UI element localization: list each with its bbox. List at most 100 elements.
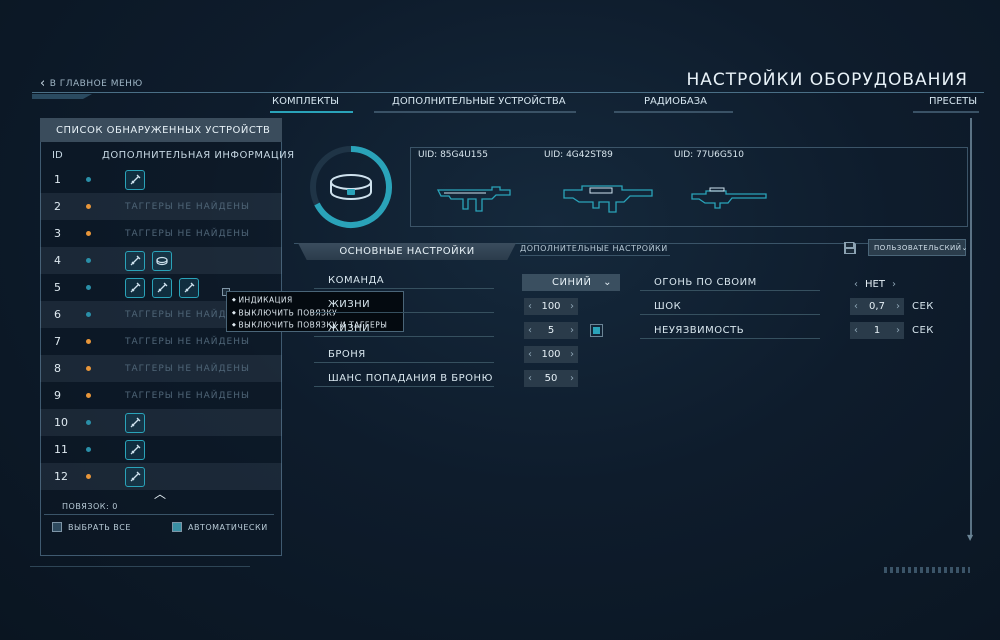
device-id: 4	[54, 254, 61, 267]
tagger-rifle-icon[interactable]	[125, 439, 145, 460]
invulnerability-stepper[interactable]: ‹ 1 ›	[850, 322, 904, 339]
preset-dropdown[interactable]: ПОЛЬЗОВАТЕЛЬСКИЙ ⌄	[868, 239, 968, 256]
chevron-left-icon[interactable]: ‹	[528, 325, 532, 336]
device-row[interactable]: 9 ТАГГЕРЫ НЕ НАЙДЕНЫ	[40, 382, 282, 409]
lives-toggle[interactable]	[590, 324, 603, 337]
team-label: КОМАНДА	[314, 275, 494, 289]
armor-hit-label: ШАНС ПОПАДАНИЯ В БРОНЮ	[314, 373, 494, 387]
team-value: СИНИЙ	[552, 277, 592, 288]
chevron-left-icon[interactable]: ‹	[854, 325, 858, 336]
health-label: ЖИЗНИ	[314, 299, 494, 313]
checkbox-icon	[52, 522, 62, 532]
chevron-left-icon[interactable]: ‹	[528, 373, 532, 384]
scrollbar[interactable]	[970, 118, 972, 536]
auto-label: АВТОМАТИЧЕСКИ	[188, 522, 268, 532]
tagger-rifle-icon[interactable]	[125, 466, 145, 487]
tab-label: ПРЕСЕТЫ	[929, 96, 978, 107]
uid-label: UID: 77U6G510	[674, 150, 744, 160]
back-label: В ГЛАВНОЕ МЕНЮ	[49, 78, 143, 89]
armor-stepper[interactable]: ‹ 100 ›	[524, 346, 578, 363]
friendly-fire-stepper[interactable]: ‹ НЕТ ›	[850, 276, 900, 293]
device-info	[125, 250, 172, 271]
smg-icon[interactable]	[434, 176, 514, 214]
device-info	[125, 277, 199, 298]
status-dot	[86, 420, 91, 425]
shock-stepper[interactable]: ‹ 0,7 ›	[850, 298, 904, 315]
tagger-rifle-icon[interactable]	[125, 277, 145, 298]
chevron-right-icon[interactable]: ›	[892, 279, 896, 290]
chevron-down-icon: ⌄	[961, 243, 968, 252]
device-info: ТАГГЕРЫ НЕ НАЙДЕНЫ	[125, 364, 250, 374]
device-row[interactable]: 7 ТАГГЕРЫ НЕ НАЙДЕНЫ	[40, 328, 282, 355]
tab-label: РАДИОБАЗА	[644, 96, 707, 107]
tab-label: КОМПЛЕКТЫ	[272, 96, 339, 107]
device-list-title: СПИСОК ОБНАРУЖЕННЫХ УСТРОЙСТВ	[40, 118, 282, 142]
status-dot	[86, 366, 91, 371]
chevron-right-icon[interactable]: ›	[570, 325, 574, 336]
headband-icon[interactable]	[152, 250, 172, 271]
status-dot	[86, 339, 91, 344]
health-stepper[interactable]: ‹ 100 ›	[524, 298, 578, 315]
tab-presets[interactable]: ПРЕСЕТЫ	[913, 96, 980, 113]
device-info: ТАГГЕРЫ НЕ НАЙДЕНЫ	[125, 202, 250, 212]
chevron-right-icon[interactable]: ›	[570, 301, 574, 312]
device-id: 11	[54, 443, 68, 456]
bracelet-counter: ПОВЯЗОК: 0	[62, 502, 118, 511]
scroll-down-icon[interactable]: ▼	[967, 533, 973, 542]
checkbox-icon	[172, 522, 182, 532]
device-row[interactable]: 8 ТАГГЕРЫ НЕ НАЙДЕНЫ	[40, 355, 282, 382]
device-info: ТАГГЕРЫ НЕ НАЙДЕНЫ	[125, 229, 250, 239]
auto-checkbox[interactable]: АВТОМАТИЧЕСКИ	[172, 522, 268, 532]
device-row[interactable]: 2 ТАГГЕРЫ НЕ НАЙДЕНЫ	[40, 193, 282, 220]
tagger-rifle-icon[interactable]	[125, 412, 145, 433]
back-to-main-menu-link[interactable]: ‹ В ГЛАВНОЕ МЕНЮ	[40, 76, 143, 91]
chevron-left-icon[interactable]: ‹	[854, 301, 858, 312]
chevron-right-icon[interactable]: ›	[570, 349, 574, 360]
status-dot	[86, 312, 91, 317]
team-dropdown[interactable]: СИНИЙ ⌄	[522, 274, 620, 291]
chevron-left-icon[interactable]: ‹	[854, 279, 858, 290]
chevron-left-icon[interactable]: ‹	[528, 349, 532, 360]
device-row[interactable]: 11	[40, 436, 282, 463]
device-info	[125, 169, 145, 190]
invulnerability-unit: СЕК	[912, 325, 934, 336]
chevron-right-icon[interactable]: ›	[570, 373, 574, 384]
device-row[interactable]: 1	[40, 166, 282, 193]
shock-label: ШОК	[640, 301, 820, 315]
assault-rifle-icon[interactable]	[560, 178, 660, 214]
tab-additional-settings[interactable]: ДОПОЛНИТЕЛЬНЫЕ НАСТРОЙКИ	[520, 244, 670, 256]
health-value: 100	[541, 301, 561, 312]
select-all-checkbox[interactable]: ВЫБРАТЬ ВСЕ	[52, 522, 131, 532]
device-row[interactable]: 4	[40, 247, 282, 274]
column-header-id: ID	[52, 150, 63, 161]
save-icon[interactable]	[843, 241, 857, 255]
status-dot	[86, 204, 91, 209]
toggle-indicator	[593, 327, 600, 334]
lives-stepper[interactable]: ‹ 5 ›	[524, 322, 578, 339]
decor-stripes	[884, 567, 970, 573]
tagger-rifle-icon[interactable]	[179, 277, 199, 298]
status-dot	[86, 393, 91, 398]
no-taggers-text: ТАГГЕРЫ НЕ НАЙДЕНЫ	[125, 201, 250, 212]
armor-hit-stepper[interactable]: ‹ 50 ›	[524, 370, 578, 387]
context-menu-item-indication[interactable]: ИНДИКАЦИЯ	[232, 294, 398, 307]
device-id: 2	[54, 200, 61, 213]
scroll-up-icon[interactable]: ︿	[154, 485, 166, 502]
invulnerability-value: 1	[873, 325, 881, 336]
sniper-rifle-icon[interactable]	[690, 182, 770, 210]
chevron-left-icon[interactable]: ‹	[528, 301, 532, 312]
device-row[interactable]: 3 ТАГГЕРЫ НЕ НАЙДЕНЫ	[40, 220, 282, 247]
tab-radiobase[interactable]: РАДИОБАЗА	[614, 96, 733, 113]
context-menu-item-disable-band-taggers[interactable]: ВЫКЛЮЧИТЬ ПОВЯЗКУ И ТАГГЕРЫ	[232, 319, 398, 332]
tab-main-settings[interactable]: ОСНОВНЫЕ НАСТРОЙКИ	[298, 243, 516, 260]
tagger-rifle-icon[interactable]	[152, 277, 172, 298]
chevron-right-icon[interactable]: ›	[896, 301, 900, 312]
chevron-right-icon[interactable]: ›	[896, 325, 900, 336]
tagger-rifle-icon[interactable]	[125, 169, 145, 190]
tab-kits[interactable]: КОМПЛЕКТЫ	[270, 96, 353, 113]
friendly-fire-value: НЕТ	[865, 279, 885, 290]
tagger-rifle-icon[interactable]	[125, 250, 145, 271]
device-row[interactable]: 10	[40, 409, 282, 436]
tab-additional-devices[interactable]: ДОПОЛНИТЕЛЬНЫЕ УСТРОЙСТВА	[374, 96, 576, 113]
header-divider	[32, 92, 984, 93]
